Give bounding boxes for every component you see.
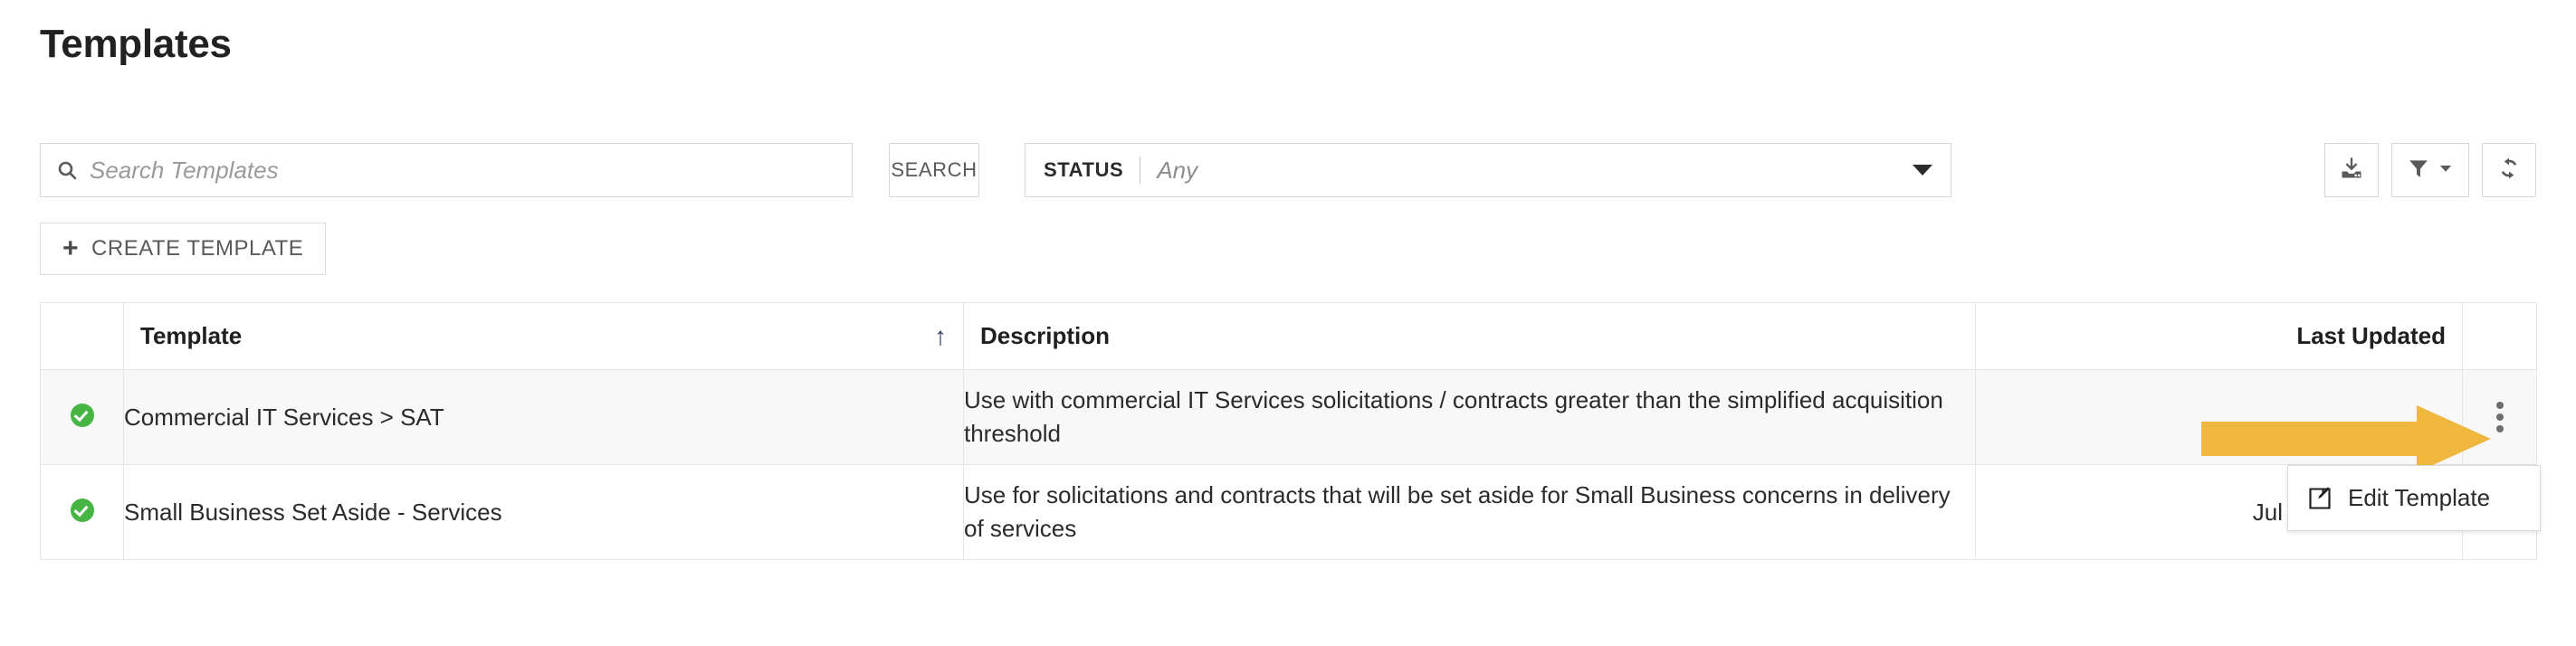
column-header-actions	[2462, 302, 2537, 370]
kebab-menu-icon[interactable]	[2491, 396, 2509, 438]
table-row[interactable]: Small Business Set Aside - Services Use …	[40, 464, 2537, 560]
cell-description: Use with commercial IT Services solicita…	[963, 369, 1976, 465]
chevron-down-icon	[2438, 160, 2454, 181]
search-button[interactable]: SEARCH	[889, 143, 979, 197]
templates-page: Templates SEARCH STATUS Any	[0, 0, 2576, 646]
check-circle-icon	[70, 403, 94, 427]
edit-template-icon	[2306, 485, 2333, 512]
sort-arrow-up-icon[interactable]: ↑	[923, 323, 947, 349]
column-header-description[interactable]: Description	[963, 302, 1976, 370]
page-title: Templates	[40, 22, 232, 66]
column-header-status	[40, 302, 124, 370]
chevron-down-icon[interactable]	[1913, 165, 1932, 176]
column-header-last-updated-label: Last Updated	[2296, 322, 2446, 349]
refresh-button[interactable]	[2482, 143, 2536, 197]
menu-item-edit-template[interactable]: Edit Template	[2288, 479, 2540, 518]
table-body: Commercial IT Services > SAT Use with co…	[40, 369, 2537, 560]
search-input[interactable]	[90, 156, 837, 185]
menu-item-edit-template-label: Edit Template	[2348, 484, 2491, 511]
create-template-button[interactable]: + CREATE TEMPLATE	[40, 223, 327, 275]
cell-template-name: Small Business Set Aside - Services	[123, 464, 964, 560]
table-header: Template ↑ Description Last Updated	[40, 302, 2537, 370]
create-template-label: CREATE TEMPLATE	[91, 236, 304, 261]
search-icon	[55, 158, 79, 182]
check-circle-icon	[70, 498, 94, 522]
status-filter-value: Any	[1157, 156, 1198, 184]
filter-button[interactable]	[2391, 143, 2469, 197]
table-header-row: Template ↑ Description Last Updated	[40, 302, 2537, 370]
plus-icon: +	[62, 233, 80, 263]
toolbar-icon-buttons	[2324, 143, 2536, 197]
refresh-icon	[2496, 156, 2522, 185]
column-header-description-label: Description	[980, 322, 1111, 349]
cell-actions[interactable]	[2462, 369, 2537, 465]
cell-last-updated	[1975, 369, 2463, 465]
status-filter-dropdown[interactable]: STATUS Any	[1025, 143, 1951, 197]
status-filter-label: STATUS	[1044, 158, 1124, 181]
column-header-last-updated[interactable]: Last Updated	[1975, 302, 2463, 370]
templates-table: Template ↑ Description Last Updated Comm…	[40, 302, 2537, 560]
column-header-template[interactable]: Template ↑	[123, 302, 964, 370]
cell-template-name: Commercial IT Services > SAT	[123, 369, 964, 465]
cell-status	[40, 464, 124, 560]
search-box[interactable]	[40, 143, 853, 197]
export-button[interactable]	[2324, 143, 2379, 197]
column-header-template-label: Template	[140, 322, 243, 349]
cell-status	[40, 369, 124, 465]
table-row[interactable]: Commercial IT Services > SAT Use with co…	[40, 369, 2537, 465]
cell-description: Use for solicitations and contracts that…	[963, 464, 1976, 560]
row-context-menu: Edit Template	[2287, 465, 2541, 531]
filter-icon	[2407, 157, 2430, 185]
export-icon	[2339, 156, 2364, 185]
